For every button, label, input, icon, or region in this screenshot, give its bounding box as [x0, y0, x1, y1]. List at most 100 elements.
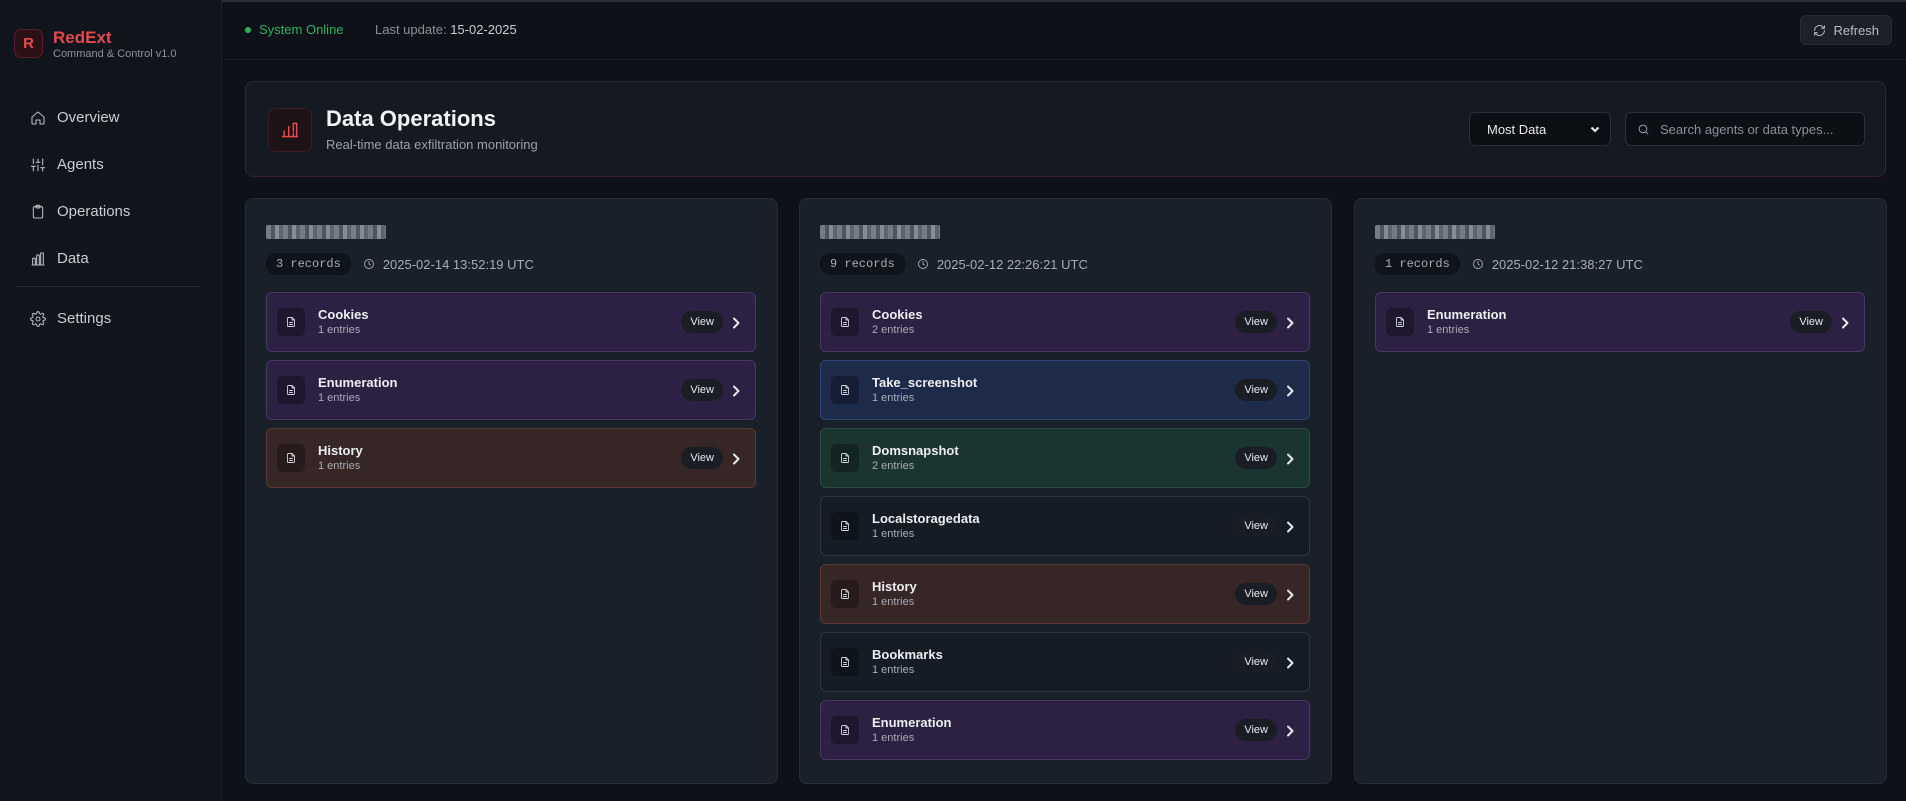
chevron-right-icon[interactable] — [1286, 385, 1295, 397]
row-subtitle: 2 entries — [872, 323, 915, 336]
sidebar-item-label: Settings — [57, 310, 112, 327]
data-row-bookmarks[interactable]: Bookmarks 1 entries View — [820, 632, 1310, 692]
top-header: System Online Last update: 15-02-2025 Re… — [223, 2, 1906, 60]
chevron-right-icon[interactable] — [1286, 317, 1295, 329]
view-button[interactable]: View — [1235, 515, 1277, 537]
bar-chart-icon — [281, 122, 299, 138]
sidebar-item-operations[interactable]: Operations — [14, 192, 202, 231]
row-subtitle: 1 entries — [872, 527, 915, 540]
chevron-right-icon[interactable] — [732, 317, 741, 329]
row-title: Enumeration — [1427, 306, 1507, 322]
timestamp-text: 2025-02-12 21:38:27 UTC — [1491, 256, 1643, 272]
file-icon — [841, 385, 849, 395]
page-subtitle: Real-time data exfiltration monitoring — [326, 137, 538, 152]
clock-icon — [917, 259, 928, 269]
agent-timestamp: 2025-02-12 22:26:21 UTC — [917, 257, 1088, 272]
gear-icon — [30, 310, 46, 327]
data-row-enumeration[interactable]: Enumeration 1 entries View — [1375, 292, 1865, 352]
row-title: Enumeration — [872, 714, 952, 730]
chevron-right-icon[interactable] — [1286, 521, 1295, 533]
record-count-badge: 9 records — [820, 253, 905, 275]
agent-name-redacted — [266, 225, 386, 239]
chevron-right-icon[interactable] — [1286, 657, 1295, 669]
file-icon — [287, 317, 295, 327]
record-count-badge: 1 records — [1375, 253, 1460, 275]
row-title: History — [872, 578, 917, 594]
chevron-right-icon[interactable] — [732, 453, 741, 465]
chevron-down-icon — [1590, 126, 1600, 133]
view-button[interactable]: View — [1235, 447, 1277, 469]
row-subtitle: 1 entries — [318, 391, 361, 404]
row-subtitle: 1 entries — [318, 323, 361, 336]
chevron-right-icon[interactable] — [1841, 317, 1850, 329]
clock-icon — [363, 259, 374, 269]
chevron-right-icon[interactable] — [732, 385, 741, 397]
bar-chart-icon — [31, 251, 45, 266]
data-row-cookies[interactable]: Cookies 2 entries View — [820, 292, 1310, 352]
timestamp-text: 2025-02-14 13:52:19 UTC — [382, 256, 534, 272]
row-title: Bookmarks — [872, 646, 943, 662]
data-row-cookies[interactable]: Cookies 1 entries View — [266, 292, 756, 352]
row-title: Cookies — [872, 306, 923, 322]
timestamp-text: 2025-02-12 22:26:21 UTC — [936, 256, 1088, 272]
sidebar-nav: Overview Agents Operations Data Settings — [14, 98, 202, 346]
chevron-right-icon[interactable] — [1286, 725, 1295, 737]
last-update-label: Last update: — [375, 22, 447, 37]
agent-timestamp: 2025-02-12 21:38:27 UTC — [1472, 257, 1643, 272]
agent-card: 1 records 2025-02-12 21:38:27 UTC Enumer… — [1354, 198, 1887, 784]
view-button[interactable]: View — [1790, 311, 1832, 333]
record-count-badge: 3 records — [266, 253, 351, 275]
row-subtitle: 1 entries — [872, 595, 915, 608]
refresh-icon — [1814, 24, 1826, 36]
chevron-right-icon[interactable] — [1286, 589, 1295, 601]
row-subtitle: 1 entries — [1427, 323, 1470, 336]
sidebar: R RedExt Command & Control v1.0 Overview… — [0, 0, 222, 801]
row-title: Localstoragedata — [872, 510, 980, 526]
view-button[interactable]: View — [1235, 379, 1277, 401]
clipboard-icon — [32, 204, 44, 219]
clock-icon — [1472, 259, 1483, 269]
data-row-enumeration[interactable]: Enumeration 1 entries View — [820, 700, 1310, 760]
brand-name: RedExt — [53, 28, 112, 47]
sidebar-item-settings[interactable]: Settings — [14, 299, 202, 338]
brand[interactable]: R RedExt Command & Control v1.0 — [14, 28, 177, 61]
home-icon — [31, 110, 45, 125]
row-subtitle: 1 entries — [872, 663, 915, 676]
view-button[interactable]: View — [1235, 583, 1277, 605]
row-subtitle: 1 entries — [872, 731, 915, 744]
agent-card: 9 records 2025-02-12 22:26:21 UTC Cookie… — [799, 198, 1332, 784]
view-button[interactable]: View — [681, 447, 723, 469]
data-operations-panel: Data Operations Real-time data exfiltrat… — [245, 81, 1886, 177]
refresh-button[interactable]: Refresh — [1800, 15, 1892, 45]
agent-name-redacted — [820, 225, 940, 239]
view-button[interactable]: View — [681, 311, 723, 333]
agent-card: 3 records 2025-02-14 13:52:19 UTC Cookie… — [245, 198, 778, 784]
sidebar-item-agents[interactable]: Agents — [14, 145, 202, 184]
brand-subtitle: Command & Control v1.0 — [53, 48, 177, 60]
view-button[interactable]: View — [681, 379, 723, 401]
sidebar-item-overview[interactable]: Overview — [14, 98, 202, 137]
chevron-right-icon[interactable] — [1286, 453, 1295, 465]
data-row-localstoragedata[interactable]: Localstoragedata 1 entries View — [820, 496, 1310, 556]
sliders-icon — [30, 157, 46, 172]
data-row-history[interactable]: History 1 entries View — [820, 564, 1310, 624]
file-icon — [287, 385, 295, 395]
view-button[interactable]: View — [1235, 311, 1277, 333]
row-title: Take_screenshot — [872, 374, 978, 390]
row-subtitle: 1 entries — [872, 391, 915, 404]
view-button[interactable]: View — [1235, 719, 1277, 741]
brand-logo: R — [14, 29, 43, 58]
search-box — [1625, 112, 1865, 146]
data-row-take-screenshot[interactable]: Take_screenshot 1 entries View — [820, 360, 1310, 420]
status-dot-icon — [245, 26, 251, 33]
data-row-history[interactable]: History 1 entries View — [266, 428, 756, 488]
data-row-enumeration[interactable]: Enumeration 1 entries View — [266, 360, 756, 420]
row-subtitle: 1 entries — [318, 459, 361, 472]
nav-divider — [16, 286, 200, 287]
search-input[interactable] — [1660, 121, 1860, 137]
sort-select[interactable]: Most Data — [1469, 112, 1611, 146]
sort-select-value: Most Data — [1487, 121, 1547, 137]
view-button[interactable]: View — [1235, 651, 1277, 673]
sidebar-item-data[interactable]: Data — [14, 239, 202, 278]
data-row-domsnapshot[interactable]: Domsnapshot 2 entries View — [820, 428, 1310, 488]
